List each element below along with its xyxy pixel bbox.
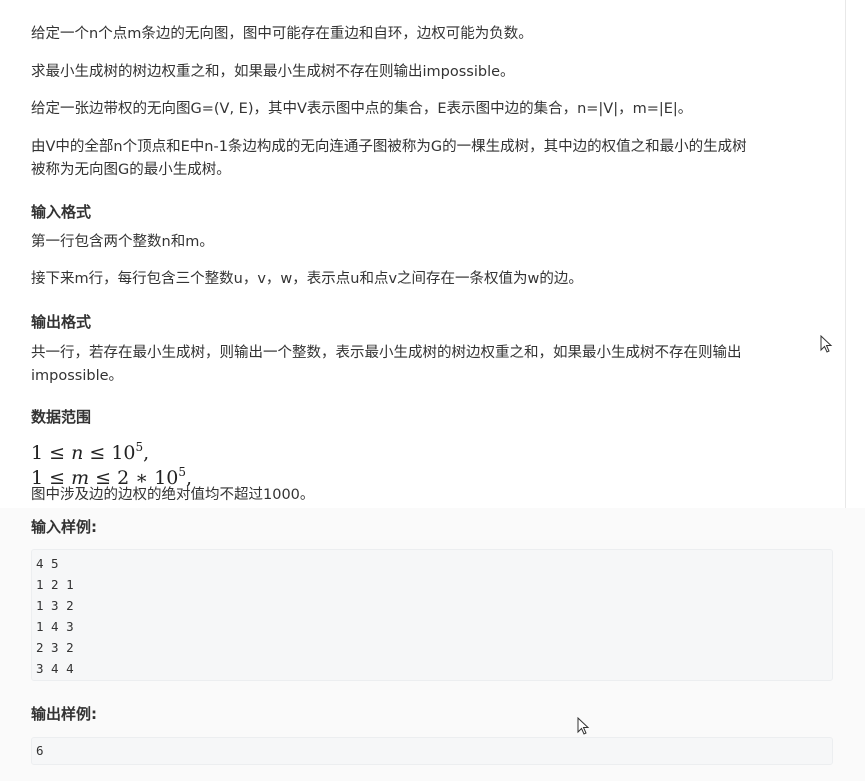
- intro-paragraph-2: 求最小生成树的树边权重之和，如果最小生成树不存在则输出impossible。: [31, 64, 515, 80]
- intro-paragraph-3: 给定一张边带权的无向图G=(V, E)，其中V表示图中点的集合，E表示图中边的集…: [31, 101, 693, 117]
- input-format-heading: 输入格式: [31, 203, 92, 221]
- sample-input-line: 1 4 3: [36, 619, 74, 634]
- intro-paragraph-4-line-1: 由V中的全部n个顶点和E中n-1条边构成的无向连通子图被称为G的一棵生成树，其中…: [31, 139, 747, 155]
- sample-input-line: 4 5: [36, 556, 59, 571]
- problem-description: 给定一个n个点m条边的无向图，图中可能存在重边和自环，边权可能为负数。 求最小生…: [0, 0, 846, 509]
- sample-input-line: 1 2 1: [36, 577, 74, 592]
- intro-paragraph-4-line-2: 被称为无向图G的最小生成树。: [31, 162, 231, 178]
- sample-input-line: 1 3 2: [36, 598, 74, 613]
- problem-page: 给定一个n个点m条边的无向图，图中可能存在重边和自环，边权可能为负数。 求最小生…: [0, 0, 865, 781]
- sample-input-heading: 输入样例:: [31, 518, 97, 536]
- output-format-heading: 输出格式: [31, 313, 92, 331]
- intro-paragraph-1: 给定一个n个点m条边的无向图，图中可能存在重边和自环，边权可能为负数。: [31, 26, 533, 42]
- samples-section: 输入样例: 4 5 1 2 1 1 3 2 1 4 3 2 3 2 3 4 4 …: [0, 508, 865, 781]
- output-format-line-1: 共一行，若存在最小生成树，则输出一个整数，表示最小生成树的树边权重之和，如果最小…: [31, 345, 742, 361]
- sample-output-block[interactable]: 6: [31, 737, 833, 765]
- mouse-pointer-icon: [820, 335, 833, 353]
- output-format-line-2: impossible。: [31, 368, 124, 384]
- input-format-line-1: 第一行包含两个整数n和m。: [31, 234, 214, 250]
- input-format-line-2: 接下来m行，每行包含三个整数u，v，w，表示点u和点v之间存在一条权值为w的边。: [31, 271, 583, 287]
- data-range-note: 图中涉及边的边权的绝对值均不超过1000。: [31, 487, 315, 503]
- sample-output-heading: 输出样例:: [31, 705, 97, 723]
- data-range-heading: 数据范围: [31, 408, 92, 426]
- sample-output-line: 6: [36, 743, 44, 758]
- sample-input-line: 2 3 2: [36, 640, 74, 655]
- mouse-pointer-icon: [577, 717, 590, 735]
- sample-input-line: 3 4 4: [36, 661, 74, 676]
- sample-input-block[interactable]: 4 5 1 2 1 1 3 2 1 4 3 2 3 2 3 4 4: [31, 549, 833, 681]
